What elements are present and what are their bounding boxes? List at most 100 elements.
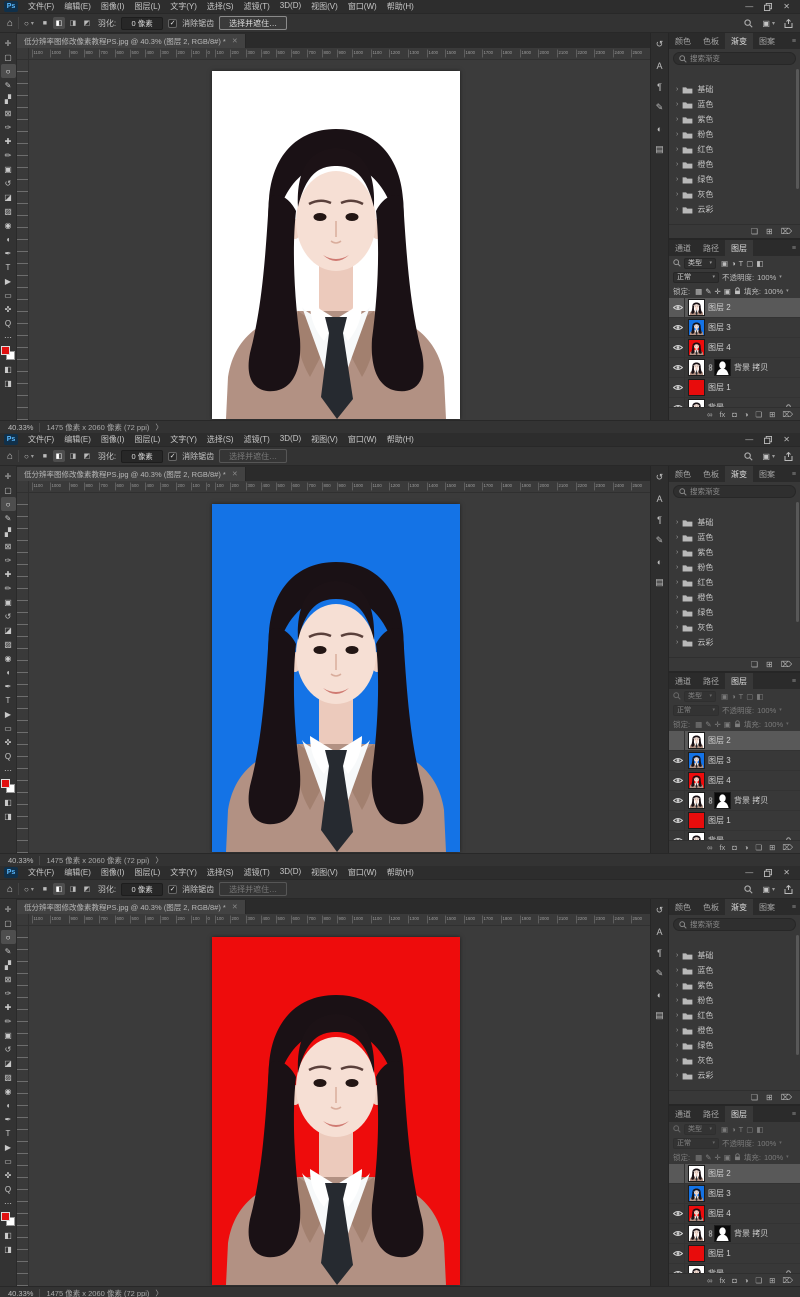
new-gradient-icon[interactable]: ⊞: [766, 1093, 773, 1102]
zoom-level[interactable]: 40.33%: [8, 423, 33, 432]
layer-thumbnail[interactable]: [689, 1226, 704, 1241]
lock-position-icon[interactable]: ✛: [714, 720, 720, 729]
eraser-tool[interactable]: ◪: [1, 1056, 16, 1070]
visibility-toggle[interactable]: [672, 751, 685, 770]
opacity-value[interactable]: 100%: [757, 1139, 776, 1148]
adjustment-layer-icon[interactable]: ◑: [744, 410, 749, 419]
crop-tool[interactable]: ▞: [1, 958, 16, 972]
solid-color-thumbnail[interactable]: [689, 1246, 704, 1261]
layer-name[interactable]: 图层 4: [708, 342, 731, 353]
panel-learn-icon[interactable]: ✎: [653, 101, 667, 114]
visibility-toggle[interactable]: [672, 1164, 685, 1183]
filter-shape-icon[interactable]: ▢: [746, 1125, 753, 1134]
healing-brush-tool[interactable]: ✚: [1, 567, 16, 581]
canvas[interactable]: [29, 926, 650, 1286]
history-brush-tool[interactable]: ↺: [1, 609, 16, 623]
layer-row[interactable]: 图层 1: [669, 811, 800, 831]
layer-thumbnail[interactable]: [689, 773, 704, 788]
foreground-color-swatch[interactable]: [1, 1212, 10, 1221]
chevron-right-icon[interactable]: ›: [676, 1027, 678, 1034]
chevron-right-icon[interactable]: ›: [676, 1072, 678, 1079]
panel-libraries-icon[interactable]: ◐: [653, 555, 667, 568]
panel-paragraph-icon[interactable]: ¶: [653, 80, 667, 93]
panel-character-icon[interactable]: A: [653, 925, 667, 938]
layer-mask-thumbnail[interactable]: [715, 360, 730, 375]
delete-layer-icon[interactable]: ⌦: [782, 843, 793, 852]
visibility-toggle[interactable]: [672, 731, 685, 750]
chevron-right-icon[interactable]: ›: [676, 534, 678, 541]
close-icon[interactable]: ✕: [783, 436, 790, 444]
menu-item[interactable]: 视图(V): [306, 867, 343, 878]
filter-shape-icon[interactable]: ▢: [746, 692, 753, 701]
layer-row[interactable]: 背景: [669, 1264, 800, 1273]
panel-tab[interactable]: 通道: [669, 240, 697, 256]
layer-name[interactable]: 背景 拷贝: [734, 362, 768, 373]
foreground-color-swatch[interactable]: [1, 346, 10, 355]
panel-properties-icon[interactable]: ▤: [653, 576, 667, 589]
gradient-folder-row[interactable]: › 粉色: [669, 560, 800, 575]
chevron-right-icon[interactable]: ›: [676, 131, 678, 138]
layer-thumbnail[interactable]: [689, 400, 704, 407]
menu-item[interactable]: 编辑(E): [59, 1, 96, 12]
layer-name[interactable]: 背景 拷贝: [734, 795, 768, 806]
delete-icon[interactable]: ⌦: [781, 1093, 792, 1102]
chevron-right-icon[interactable]: ›: [676, 1012, 678, 1019]
lock-pixels-icon[interactable]: ✎: [705, 1153, 711, 1162]
object-selection-tool[interactable]: ✎: [1, 511, 16, 525]
move-tool[interactable]: ✛: [1, 36, 16, 50]
gradient-folder-row[interactable]: › 紫色: [669, 978, 800, 993]
layer-thumbnail[interactable]: [689, 320, 704, 335]
panel-properties-icon[interactable]: ▤: [653, 1009, 667, 1022]
link-layers-icon[interactable]: ∞: [707, 843, 712, 852]
crop-tool[interactable]: ▞: [1, 525, 16, 539]
new-group-icon[interactable]: ❏: [751, 1093, 758, 1102]
chevron-right-icon[interactable]: ›: [676, 519, 678, 526]
workspace-switcher[interactable]: ▣ ▾: [762, 885, 775, 894]
brush-tool[interactable]: ✏: [1, 1014, 16, 1028]
document-tab[interactable]: 低分辨率图修改像素教程PS.jpg @ 40.3% (图层 2, RGB/8#)…: [17, 34, 246, 48]
layer-group-icon[interactable]: ❏: [755, 1276, 762, 1285]
menu-item[interactable]: 帮助(H): [382, 1, 419, 12]
mask-link-icon[interactable]: [708, 1230, 713, 1237]
layer-effects-icon[interactable]: fx: [719, 1276, 725, 1285]
select-and-mask-button[interactable]: 选择并遮住…: [219, 16, 287, 30]
status-chevron-icon[interactable]: 〉: [155, 422, 163, 433]
gradient-folder-row[interactable]: › 红色: [669, 1008, 800, 1023]
lock-pixels-icon[interactable]: ✎: [705, 287, 711, 296]
status-chevron-icon[interactable]: 〉: [155, 1288, 163, 1297]
active-tool-badge[interactable]: ○ ▾: [24, 19, 34, 28]
edit-toolbar-ellipsis[interactable]: ⋯: [1, 1196, 16, 1210]
add-selection-icon[interactable]: ◧: [53, 883, 65, 895]
zoom-level[interactable]: 40.33%: [8, 856, 33, 865]
layer-row[interactable]: 图层 3: [669, 1184, 800, 1204]
rectangle-tool[interactable]: ▭: [1, 288, 16, 302]
lasso-tool[interactable]: ○: [1, 64, 16, 78]
add-selection-icon[interactable]: ◧: [53, 17, 65, 29]
subtract-selection-icon[interactable]: ◨: [67, 883, 79, 895]
gradient-folder-row[interactable]: › 粉色: [669, 127, 800, 142]
menu-item[interactable]: 窗口(W): [343, 867, 382, 878]
layer-thumbnail[interactable]: [689, 1166, 704, 1181]
select-and-mask-button[interactable]: 选择并遮住…: [219, 882, 287, 896]
object-selection-tool[interactable]: ✎: [1, 944, 16, 958]
layer-mask-thumbnail[interactable]: [715, 793, 730, 808]
panel-tab[interactable]: 路径: [697, 1106, 725, 1122]
new-layer-icon[interactable]: ⊞: [769, 410, 775, 419]
hand-tool[interactable]: ✜: [1, 302, 16, 316]
visibility-toggle[interactable]: [672, 1184, 685, 1203]
menu-item[interactable]: 图层(L): [129, 1, 165, 12]
layer-row[interactable]: 背景 拷贝: [669, 791, 800, 811]
add-mask-icon[interactable]: ◘: [732, 410, 737, 419]
blend-mode-select[interactable]: 正常 ▾: [673, 705, 719, 716]
color-swatches[interactable]: [1, 1212, 15, 1226]
new-gradient-icon[interactable]: ⊞: [766, 660, 773, 669]
chevron-right-icon[interactable]: ›: [676, 624, 678, 631]
layer-name[interactable]: 图层 2: [708, 1168, 731, 1179]
layer-mask-thumbnail[interactable]: [715, 1226, 730, 1241]
healing-brush-tool[interactable]: ✚: [1, 134, 16, 148]
clone-stamp-tool[interactable]: ▣: [1, 595, 16, 609]
menu-item[interactable]: 选择(S): [202, 434, 239, 445]
new-layer-icon[interactable]: ⊞: [769, 843, 775, 852]
lock-pixels-icon[interactable]: ✎: [705, 720, 711, 729]
intersect-selection-icon[interactable]: ◩: [81, 17, 93, 29]
